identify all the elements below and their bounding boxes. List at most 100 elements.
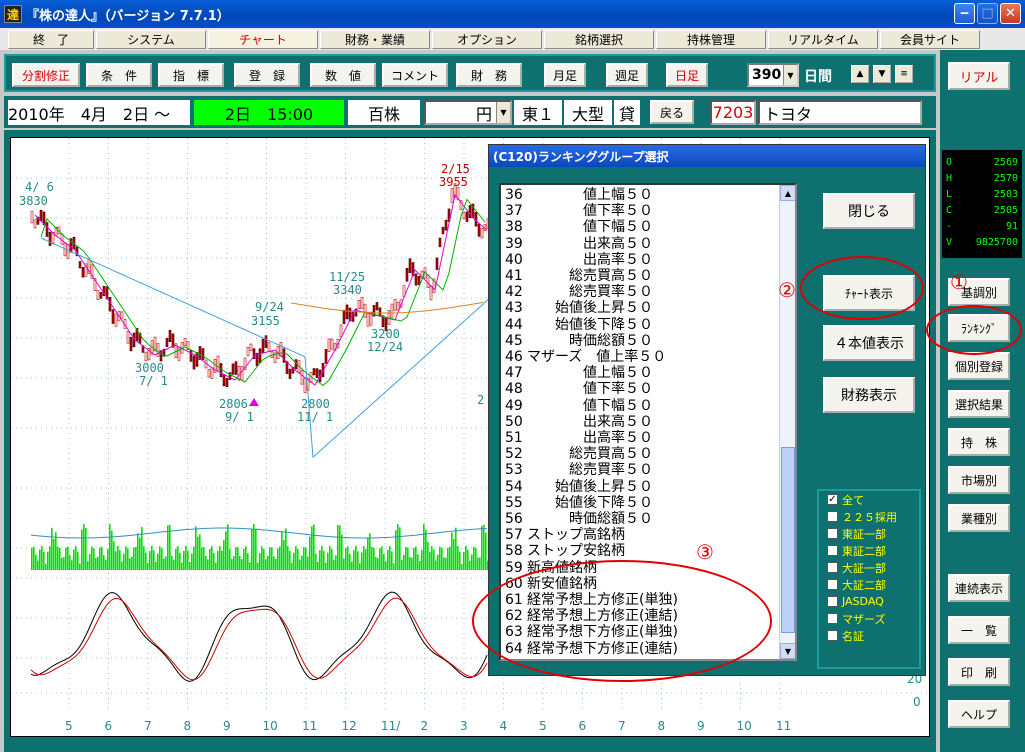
stock-name[interactable]: トヨタ [758, 100, 922, 125]
individual-register-button[interactable]: 個別登録 [948, 352, 1010, 380]
market-checkbox-row[interactable]: マザーズ [819, 610, 919, 627]
split-adjust-button[interactable]: 分割修正 [12, 63, 80, 87]
list-item[interactable]: 54 始値後上昇５０ [505, 479, 653, 495]
chevron-down-icon[interactable]: ▼ [783, 65, 797, 85]
days-select[interactable]: 390 ▼ [747, 63, 799, 87]
weekly-button[interactable]: 週足 [606, 63, 648, 87]
list-item[interactable]: 43 始値後上昇５０ [505, 300, 653, 316]
menu-exit[interactable]: 終 了 [8, 29, 94, 49]
list-item[interactable]: 39 出来高５０ [505, 236, 653, 252]
comment-button[interactable]: コメント [382, 63, 448, 87]
print-button[interactable]: 印 刷 [948, 658, 1010, 686]
realtime-button[interactable]: リアル [948, 62, 1010, 90]
list-button[interactable]: 一 覧 [948, 616, 1010, 644]
industry-button[interactable]: 業種別 [948, 504, 1010, 532]
close-button[interactable]: ✕ [1000, 3, 1021, 24]
market-checkbox-row[interactable]: ２２５採用 [819, 508, 919, 525]
market-checkbox-row[interactable]: 大証一部 [819, 559, 919, 576]
checkbox[interactable] [827, 630, 838, 641]
value-button[interactable]: 数 値 [310, 63, 376, 87]
menu-system[interactable]: システム [96, 29, 206, 49]
checkbox[interactable] [827, 562, 838, 573]
menu-member-site[interactable]: 会員サイト [880, 29, 980, 49]
list-item[interactable]: 51 出高率５０ [505, 430, 653, 446]
list-item[interactable]: 41 総売買高５０ [505, 268, 653, 284]
back-button[interactable]: 戻る [650, 100, 694, 124]
menu-chart[interactable]: チャート [208, 29, 318, 49]
volume-bar [483, 524, 485, 570]
volume-bar [307, 556, 309, 570]
list-item-label: 値下率５０ [527, 203, 653, 220]
market-checkbox-row[interactable]: JASDAQ [819, 593, 919, 610]
checkbox[interactable] [827, 613, 838, 624]
list-item[interactable]: 49 値下幅５０ [505, 398, 653, 414]
list-item[interactable]: 48 値下率５０ [505, 381, 653, 397]
volume-bar [449, 546, 451, 570]
volume-bar [241, 559, 243, 570]
list-scrollbar[interactable]: ▲ ▼ [779, 185, 795, 659]
register-button[interactable]: 登 録 [234, 63, 300, 87]
list-item[interactable]: 42 総売買率５０ [505, 284, 653, 300]
close-dialog-button[interactable]: 閉じる [823, 193, 915, 229]
list-item[interactable]: 47 値上幅５０ [505, 365, 653, 381]
market-checkbox-row[interactable]: 大証二部 [819, 576, 919, 593]
indicator-button[interactable]: 指 標 [158, 63, 224, 87]
scroll-thumb[interactable] [781, 447, 795, 633]
down-arrow-icon[interactable]: ▼ [873, 65, 891, 83]
checkbox[interactable] [827, 528, 838, 539]
list-item[interactable]: 44 始値後下降５０ [505, 317, 653, 333]
checkbox[interactable] [827, 579, 838, 590]
condition-button[interactable]: 条 件 [86, 63, 152, 87]
market-checkbox-row[interactable]: ✓ 全て [819, 491, 919, 508]
scroll-up-icon[interactable]: ▲ [780, 185, 795, 201]
volume-bar [357, 551, 359, 570]
list-item[interactable]: 50 出来高５０ [505, 414, 653, 430]
checkbox[interactable]: ✓ [827, 494, 838, 505]
menu-holdings[interactable]: 持株管理 [656, 29, 766, 49]
menu-realtime[interactable]: リアルタイム [768, 29, 878, 49]
finance-button[interactable]: 財 務 [456, 63, 522, 87]
stock-code[interactable]: 7203 [710, 100, 756, 125]
list-item[interactable]: 53 総売買率５０ [505, 462, 653, 478]
scroll-down-icon[interactable]: ▼ [780, 643, 795, 659]
volume-bar [267, 555, 269, 570]
help-button[interactable]: ヘルプ [948, 700, 1010, 728]
finance-display-button[interactable]: 財務表示 [823, 377, 915, 413]
daily-button[interactable]: 日足 [666, 63, 708, 87]
list-item[interactable]: 38 値下幅５０ [505, 219, 653, 235]
list-item[interactable]: 56 時価総額５０ [505, 511, 653, 527]
minimize-button[interactable]: ‒ [954, 3, 975, 24]
currency-select[interactable]: 円 ▼ [424, 100, 512, 125]
list-item[interactable]: 46 マザーズ 値上率５０ [505, 349, 666, 365]
list-item[interactable]: 55 始値後下降５０ [505, 495, 653, 511]
list-item[interactable]: 45 時価総額５０ [505, 333, 653, 349]
list-item[interactable]: 52 総売買高５０ [505, 446, 653, 462]
checkbox[interactable] [827, 511, 838, 522]
selection-result-button[interactable]: 選択結果 [948, 390, 1010, 418]
candle [111, 309, 115, 324]
menu-stock-select[interactable]: 銘柄選択 [544, 29, 654, 49]
market-checkbox-row[interactable]: 東証二部 [819, 542, 919, 559]
list-item[interactable]: 36 値上幅５０ [505, 187, 653, 203]
menu-finance[interactable]: 財務・業績 [320, 29, 430, 49]
market-button[interactable]: 市場別 [948, 466, 1010, 494]
maximize-button[interactable]: □ [977, 3, 998, 24]
market-checkbox-row[interactable]: 東証一部 [819, 525, 919, 542]
list-item[interactable]: 40 出高率５０ [505, 252, 653, 268]
menu-lines-icon[interactable]: ≡ [895, 65, 913, 83]
menu-option[interactable]: オプション [432, 29, 542, 49]
trough-date-label: 7/ 1 [139, 374, 168, 388]
list-item[interactable]: 37 値下率５０ [505, 203, 653, 219]
four-price-display-button[interactable]: ４本値表示 [823, 325, 915, 361]
checkbox[interactable] [827, 545, 838, 556]
volume-bar [389, 546, 391, 570]
up-arrow-icon[interactable]: ▲ [851, 65, 869, 83]
list-item[interactable]: 57 ストップ高銘柄 [505, 527, 625, 543]
checkbox[interactable] [827, 596, 838, 607]
market-checkbox-row[interactable]: 名証 [819, 627, 919, 644]
list-item[interactable]: 58 ストップ安銘柄 [505, 543, 625, 559]
monthly-button[interactable]: 月足 [544, 63, 586, 87]
continuous-display-button[interactable]: 連続表示 [948, 574, 1010, 602]
holdings-button[interactable]: 持 株 [948, 428, 1010, 456]
chevron-down-icon[interactable]: ▼ [496, 102, 510, 123]
